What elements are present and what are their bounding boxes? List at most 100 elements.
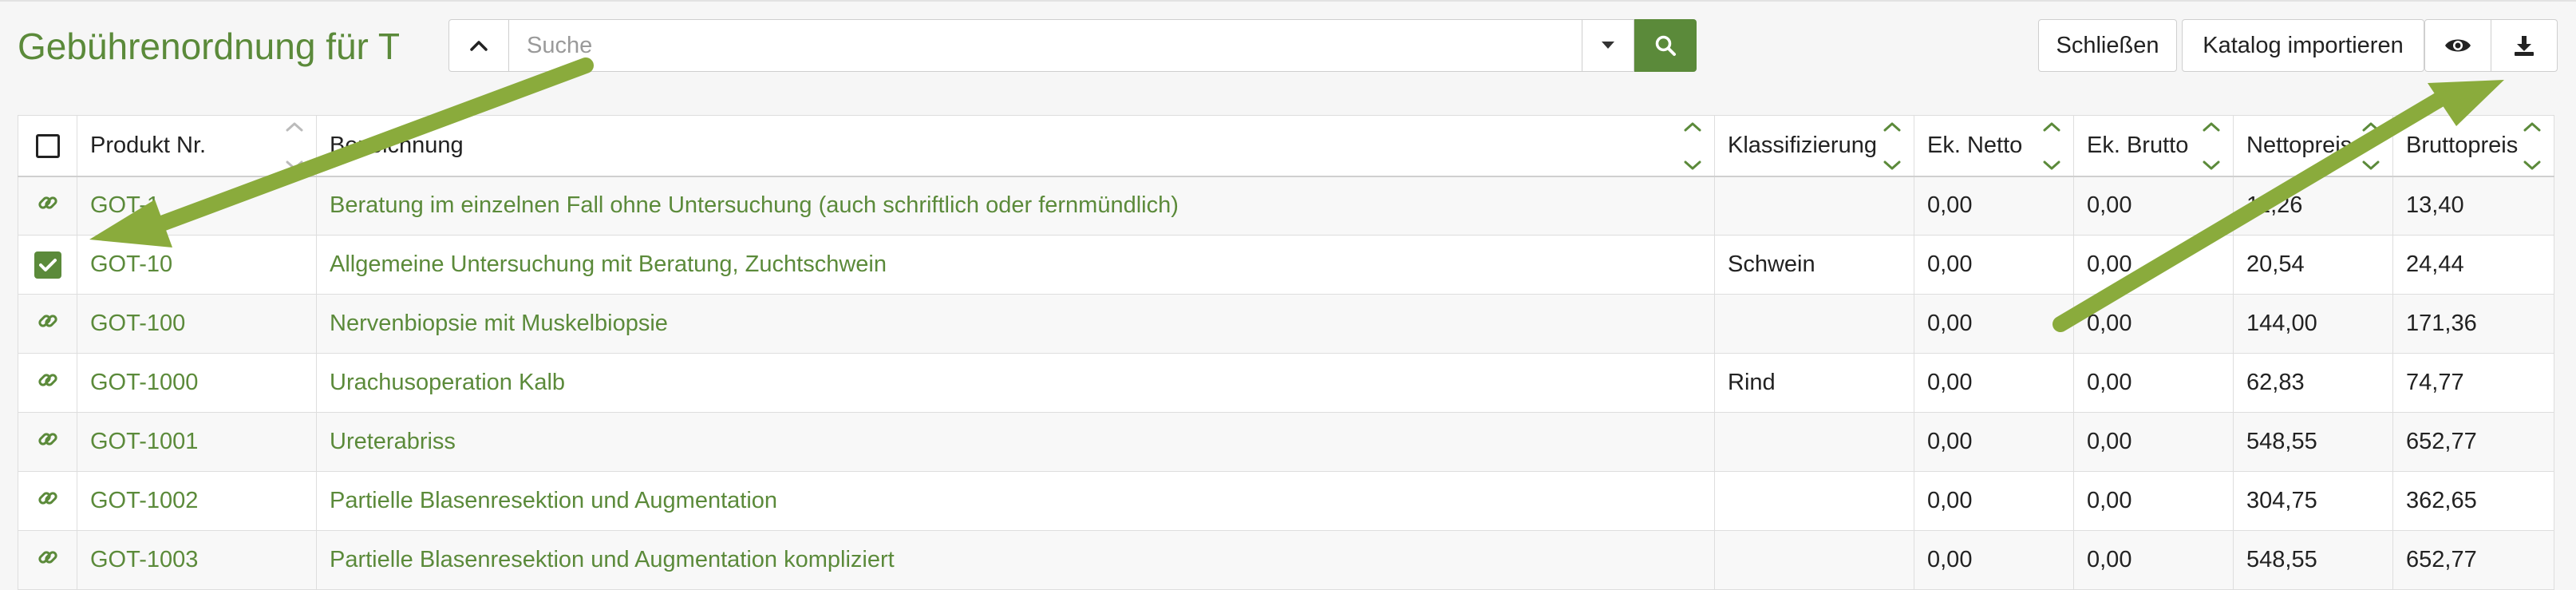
ek-netto-cell: 0,00 (1914, 235, 2074, 295)
product-number-cell: GOT-100 (77, 294, 317, 354)
page-title: Gebührenordnung für T (18, 26, 399, 67)
table-row[interactable]: GOT-1003 Partielle Blasenresektion und Au… (18, 530, 2554, 590)
sort-icon[interactable] (2041, 122, 2062, 170)
chevron-up-icon (470, 41, 488, 51)
bruttopreis-cell: 13,40 (2392, 176, 2554, 236)
ek-netto-cell: 0,00 (1914, 471, 2074, 531)
table-row[interactable]: GOT-1 Beratung im einzelnen Fall ohne Unt… (18, 176, 2554, 236)
classification-cell: Rind (1714, 353, 1914, 413)
product-number-link[interactable]: GOT-1002 (90, 488, 198, 513)
column-header-ek-netto[interactable]: Ek. Netto (1914, 115, 2074, 177)
classification-cell: Schwein (1714, 235, 1914, 295)
nettopreis-cell: 144,00 (2233, 294, 2393, 354)
product-number-link[interactable]: GOT-1003 (90, 547, 198, 572)
import-catalog-button[interactable]: Katalog importieren (2182, 19, 2424, 72)
description-cell: Ureterabriss (316, 412, 1715, 472)
product-number-link[interactable]: GOT-1000 (90, 370, 198, 395)
table-row[interactable]: GOT-1000 Urachusoperation Kalb Rind 0,00 0,0… (18, 353, 2554, 413)
description-link[interactable]: Partielle Blasenresektion und Augmentati… (330, 547, 895, 572)
sort-icon[interactable] (1882, 122, 1902, 170)
bruttopreis-cell: 171,36 (2392, 294, 2554, 354)
link-icon[interactable] (37, 428, 59, 450)
view-export-group (2424, 19, 2558, 72)
column-header-label: Klassifizierung (1728, 132, 1877, 158)
link-icon[interactable] (37, 369, 59, 391)
bruttopreis-cell: 652,77 (2392, 530, 2554, 590)
table-row[interactable]: GOT-1001 Ureterabriss 0,00 0,00 548,55 652,77 (18, 412, 2554, 472)
link-icon[interactable] (37, 192, 59, 214)
description-cell: Nervenbiopsie mit Muskelbiopsie (316, 294, 1715, 354)
product-number-link[interactable]: GOT-10 (90, 251, 172, 277)
column-header-bezeichnung[interactable]: Bezeichnung (316, 115, 1715, 177)
sort-icon[interactable] (1682, 122, 1703, 170)
table-row[interactable]: GOT-1002 Partielle Blasenresektion und Au… (18, 471, 2554, 531)
link-icon[interactable] (37, 546, 59, 568)
row-select-cell (18, 176, 77, 236)
ek-brutto-cell: 0,00 (2073, 235, 2234, 295)
link-icon[interactable] (37, 487, 59, 509)
select-all-checkbox[interactable] (35, 134, 60, 159)
sort-icon[interactable] (2361, 122, 2381, 170)
product-number-link[interactable]: GOT-100 (90, 311, 185, 336)
classification-cell (1714, 412, 1914, 472)
sort-icon[interactable] (2201, 122, 2222, 170)
search-input[interactable] (509, 19, 1582, 72)
classification-cell (1714, 530, 1914, 590)
preview-button[interactable] (2424, 19, 2491, 72)
column-header-ek-brutto[interactable]: Ek. Brutto (2073, 115, 2234, 177)
product-number-cell: GOT-1000 (77, 353, 317, 413)
nettopreis-cell: 548,55 (2233, 412, 2393, 472)
row-select-cell (18, 412, 77, 472)
ek-netto-cell: 0,00 (1914, 294, 2074, 354)
column-header-klassifizierung[interactable]: Klassifizierung (1714, 115, 1914, 177)
column-header-label: Bruttopreis (2406, 132, 2519, 158)
column-header-label: Ek. Netto (1927, 132, 2023, 158)
table-row[interactable]: GOT-100 Nervenbiopsie mit Muskelbiopsie 0,… (18, 294, 2554, 354)
nettopreis-cell: 62,83 (2233, 353, 2393, 413)
close-button[interactable]: Schließen (2038, 19, 2177, 72)
download-button[interactable] (2491, 19, 2558, 72)
product-number-cell: GOT-1002 (77, 471, 317, 531)
column-header-label: Produkt Nr. (90, 132, 207, 158)
search-button[interactable] (1634, 19, 1697, 72)
ek-netto-cell: 0,00 (1914, 353, 2074, 413)
table-header-row: Produkt Nr. Bezeichnung Klassifizierung (18, 115, 2554, 177)
description-link[interactable]: Partielle Blasenresektion und Augmentati… (330, 488, 777, 513)
description-link[interactable]: Ureterabriss (330, 429, 456, 454)
nettopreis-cell: 548,55 (2233, 530, 2393, 590)
checkmark-icon (38, 258, 57, 271)
column-header-produkt-nr[interactable]: Produkt Nr. (77, 115, 317, 177)
column-header-label: Bezeichnung (330, 132, 464, 158)
description-cell: Partielle Blasenresektion und Augmentati… (316, 471, 1715, 531)
product-number-link[interactable]: GOT-1 (90, 192, 160, 218)
search-icon (1655, 35, 1676, 56)
column-header-nettopreis[interactable]: Nettopreis (2233, 115, 2393, 177)
classification-cell (1714, 471, 1914, 531)
row-checkbox-checked[interactable] (34, 251, 61, 279)
description-link[interactable]: Nervenbiopsie mit Muskelbiopsie (330, 311, 668, 336)
link-icon[interactable] (37, 310, 59, 332)
ek-netto-cell: 0,00 (1914, 412, 2074, 472)
description-cell: Urachusoperation Kalb (316, 353, 1715, 413)
eye-icon (2445, 39, 2471, 52)
sort-icon[interactable] (284, 122, 305, 170)
row-select-cell (18, 353, 77, 413)
row-select-cell (18, 235, 77, 295)
column-header-bruttopreis[interactable]: Bruttopreis (2392, 115, 2554, 177)
description-link[interactable]: Urachusoperation Kalb (330, 370, 565, 395)
sort-icon[interactable] (2522, 122, 2542, 170)
product-number-cell: GOT-1 (77, 176, 317, 236)
product-number-cell: GOT-10 (77, 235, 317, 295)
table-row[interactable]: GOT-10 Allgemeine Untersuchung mit Beratu… (18, 235, 2554, 295)
product-number-cell: GOT-1003 (77, 530, 317, 590)
row-select-cell (18, 530, 77, 590)
search-options-dropdown[interactable] (1582, 19, 1634, 72)
collapse-button[interactable] (448, 19, 509, 72)
product-number-link[interactable]: GOT-1001 (90, 429, 198, 454)
nettopreis-cell: 304,75 (2233, 471, 2393, 531)
classification-cell (1714, 176, 1914, 236)
ek-brutto-cell: 0,00 (2073, 294, 2234, 354)
download-icon (2515, 36, 2534, 56)
description-link[interactable]: Allgemeine Untersuchung mit Beratung, Zu… (330, 251, 887, 277)
description-link[interactable]: Beratung im einzelnen Fall ohne Untersuc… (330, 192, 1179, 218)
